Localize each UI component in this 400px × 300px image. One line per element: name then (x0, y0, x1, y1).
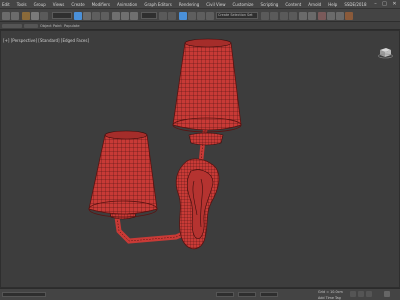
scale-icon[interactable] (130, 12, 138, 20)
menu-edit[interactable]: Edit (2, 2, 10, 7)
set-key-button[interactable] (358, 291, 364, 297)
scene-explorer-icon[interactable] (280, 12, 288, 20)
selection-region-icon[interactable] (92, 12, 100, 20)
lamp-arm-lower (114, 214, 186, 244)
unlink-icon[interactable] (31, 12, 39, 20)
upper-lamp-shade (172, 38, 242, 133)
auto-key-button[interactable] (350, 291, 356, 297)
grid-readout: Grid = 10.0cm (318, 290, 343, 294)
render-setup-icon[interactable] (327, 12, 335, 20)
menu-customize[interactable]: Customize (233, 2, 254, 7)
menu-modifiers[interactable]: Modifiers (92, 2, 110, 7)
orbit-icon[interactable] (384, 291, 390, 297)
menu-animation[interactable]: Animation (117, 2, 137, 7)
ribbon: Object Paint Populate (0, 22, 400, 30)
tab-object-paint[interactable]: Object Paint (40, 23, 62, 29)
main-toolbar: Create Selection Set (0, 8, 400, 22)
pivot-center-icon[interactable] (159, 12, 167, 20)
undo-icon[interactable] (2, 12, 10, 20)
menu-rendering[interactable]: Rendering (179, 2, 199, 7)
wall-lamp-model[interactable] (1, 31, 400, 288)
redo-icon[interactable] (11, 12, 19, 20)
menu-help[interactable]: Help (328, 2, 337, 7)
select-by-name-icon[interactable] (83, 12, 91, 20)
snaps-toggle-icon[interactable] (179, 12, 187, 20)
layer-explorer-icon[interactable] (289, 12, 297, 20)
menu-bar: Edit Tools Group Views Create Modifiers … (0, 0, 400, 8)
reference-coordinate-dropdown[interactable] (141, 12, 157, 19)
select-manipulate-icon[interactable] (168, 12, 176, 20)
maxscript-listener-field[interactable] (2, 292, 46, 297)
selection-filter-dropdown[interactable] (52, 12, 72, 19)
add-time-tag[interactable]: Add Time Tag (318, 296, 341, 300)
menu-arnold[interactable]: Arnold (308, 2, 321, 7)
menu-scripting[interactable]: Scripting (261, 2, 279, 7)
menu-views[interactable]: Views (53, 2, 65, 7)
link-icon[interactable] (22, 12, 30, 20)
coord-x-field[interactable] (216, 292, 234, 297)
menu-civil-view[interactable]: Civil View (206, 2, 225, 7)
spinner-snap-icon[interactable] (206, 12, 214, 20)
bind-space-warp-icon[interactable] (40, 12, 48, 20)
coord-y-field[interactable] (238, 292, 256, 297)
align-icon[interactable] (270, 12, 278, 20)
menu-graph-editors[interactable]: Graph Editors (144, 2, 171, 7)
freeform-tab[interactable] (24, 24, 38, 28)
modeling-tab[interactable] (2, 24, 22, 28)
upper-lamp-cup (188, 132, 224, 146)
status-bar: Grid = 10.0cm Add Time Tag (0, 288, 400, 300)
menu-create[interactable]: Create (71, 2, 84, 7)
select-object-icon[interactable] (74, 12, 82, 20)
perspective-viewport[interactable]: [+] [Perspective] [Standard] [Edged Face… (0, 30, 400, 288)
mirror-icon[interactable] (261, 12, 269, 20)
move-icon[interactable] (112, 12, 120, 20)
close-button[interactable]: ✕ (391, 0, 398, 8)
key-filters-button[interactable] (366, 291, 372, 297)
rendered-frame-window-icon[interactable] (336, 12, 344, 20)
menu-ssde[interactable]: SSDE/2018 (344, 2, 366, 7)
angle-snap-icon[interactable] (188, 12, 196, 20)
window-crossing-icon[interactable] (101, 12, 109, 20)
minimize-button[interactable]: – (372, 0, 379, 8)
menu-tools[interactable]: Tools (17, 2, 27, 7)
render-production-icon[interactable] (345, 12, 353, 20)
menu-content[interactable]: Content (285, 2, 301, 7)
lower-lamp-shade (88, 130, 158, 218)
tab-populate[interactable]: Populate (64, 23, 80, 29)
curve-editor-icon[interactable] (299, 12, 307, 20)
wall-mount (175, 158, 220, 250)
selection-set-dropdown[interactable]: Create Selection Set (216, 12, 258, 19)
menu-group[interactable]: Group (34, 2, 46, 7)
maximize-button[interactable]: □ (381, 0, 388, 8)
material-editor-icon[interactable] (318, 12, 326, 20)
percent-snap-icon[interactable] (197, 12, 205, 20)
coord-z-field[interactable] (260, 292, 278, 297)
schematic-view-icon[interactable] (308, 12, 316, 20)
rotate-icon[interactable] (121, 12, 129, 20)
